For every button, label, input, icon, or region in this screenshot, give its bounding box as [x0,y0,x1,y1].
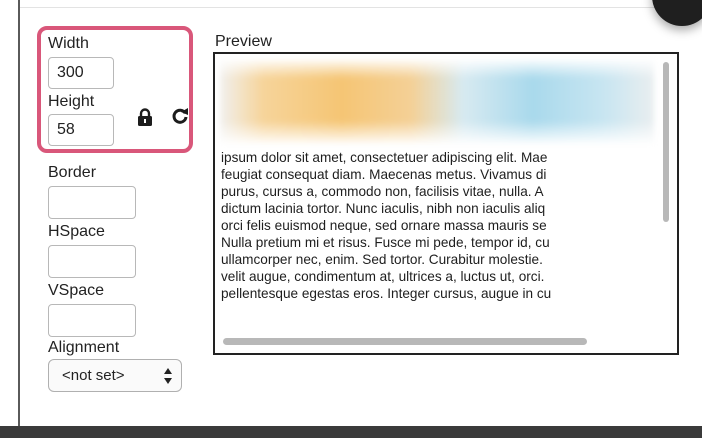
vspace-input[interactable] [48,304,136,337]
lock-icon[interactable] [137,108,153,126]
width-label: Width [48,35,89,52]
select-arrows-icon [164,367,172,385]
preview-horizontal-scrollbar[interactable] [223,338,587,345]
preview-label: Preview [215,33,272,50]
dialog-left-border [18,0,20,426]
alignment-select[interactable]: <not set> [48,359,182,392]
vspace-label: VSpace [48,282,105,299]
alignment-selected-value: <not set> [62,367,125,384]
hspace-input[interactable] [48,245,136,278]
bottom-bar [0,426,702,438]
width-input[interactable] [48,57,114,89]
border-label: Border [48,164,97,181]
hspace-label: HSpace [48,223,105,240]
corner-shadow [652,0,702,26]
preview-pane[interactable]: ipsum dolor sit amet, consectetuer adipi… [213,52,679,355]
preview-text: ipsum dolor sit amet, consectetuer adipi… [221,150,552,301]
refresh-icon[interactable] [171,107,189,125]
height-label: Height [48,93,95,110]
alignment-label: Alignment [48,339,120,356]
height-input[interactable] [48,114,114,146]
dialog-top-divider [20,7,702,8]
preview-vertical-scrollbar[interactable] [663,62,669,222]
preview-image [220,60,654,144]
border-input[interactable] [48,186,136,219]
